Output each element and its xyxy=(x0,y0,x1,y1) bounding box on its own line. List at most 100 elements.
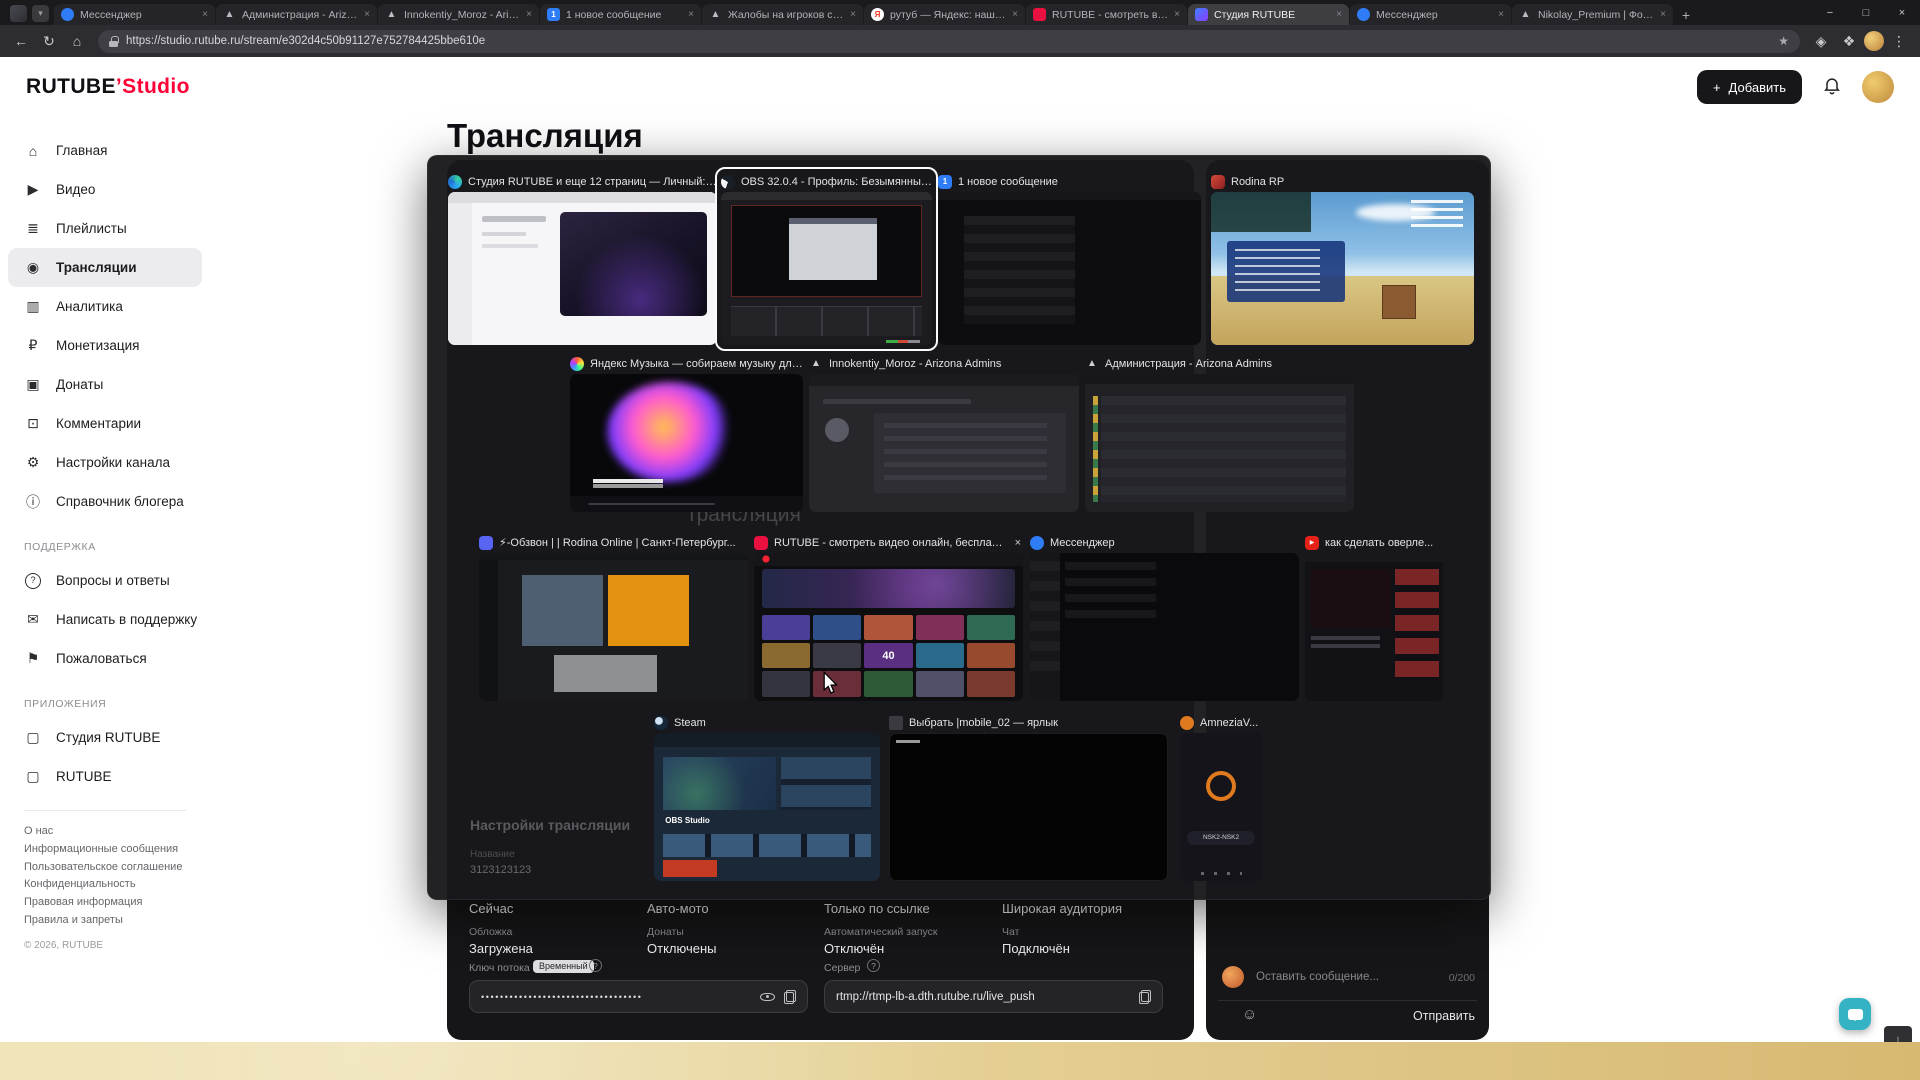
url-text[interactable]: https://studio.rutube.ru/stream/e302d4c5… xyxy=(126,35,1770,47)
sidebar-item-app-rutube[interactable]: ▢RUTUBE xyxy=(8,757,202,796)
home-icon[interactable]: ⌂ xyxy=(64,28,90,54)
window-close-icon[interactable]: × xyxy=(1013,537,1023,549)
start-time-value: Сейчас xyxy=(469,901,513,916)
sidebar-item-blogger-guide[interactable]: ⓘСправочник блогера xyxy=(8,482,202,521)
minimize-button[interactable]: − xyxy=(1812,0,1848,25)
footer-link[interactable]: Информационные сообщения xyxy=(24,841,186,859)
user-avatar[interactable] xyxy=(1862,71,1894,103)
back-icon[interactable]: ← xyxy=(8,28,34,54)
sidebar-item-comments[interactable]: ⊡Комментарии xyxy=(8,404,202,443)
tab-close-icon[interactable]: × xyxy=(850,9,856,20)
alttab-window-forum-admins[interactable]: ▲ Администрация - Arizona Admins xyxy=(1085,355,1354,512)
sidebar-item-report[interactable]: ⚑Пожаловаться xyxy=(8,639,202,678)
rutube-studio-logo[interactable]: RUTUBE’Studio xyxy=(26,75,190,99)
copy-server-icon[interactable] xyxy=(1139,990,1151,1004)
notifications-bell-icon[interactable] xyxy=(1822,75,1842,100)
restore-button[interactable]: □ xyxy=(1848,0,1884,25)
tab-close-icon[interactable]: × xyxy=(1498,9,1504,20)
alttab-window-messenger[interactable]: Мессенджер xyxy=(1030,534,1299,701)
tab-close-icon[interactable]: × xyxy=(526,9,532,20)
decor xyxy=(608,575,689,646)
bookmark-star-icon[interactable]: ★ xyxy=(1778,34,1789,48)
arizona-favicon: ▲ xyxy=(385,8,398,21)
help-icon[interactable]: ? xyxy=(589,959,602,972)
shield-icon[interactable]: ◈ xyxy=(1808,28,1834,54)
alttab-window-new-message[interactable]: 1 1 новое сообщение xyxy=(938,173,1201,345)
browser-menu-icon[interactable]: ⋮ xyxy=(1886,28,1912,54)
browser-tab[interactable]: ▲ Администрация - Arizona A... × xyxy=(216,4,377,25)
window-title-bar: ⚡-Обзвон | | Rodina Online | Санкт-Петер… xyxy=(479,534,748,551)
tab-close-icon[interactable]: × xyxy=(1660,9,1666,20)
decor xyxy=(482,216,546,222)
alttab-window-youtube[interactable]: ▶ как сделать оверле... xyxy=(1305,534,1443,701)
video-thumb xyxy=(967,643,1015,668)
emoji-icon[interactable]: ☺ xyxy=(1242,1006,1257,1023)
video-thumb xyxy=(762,643,810,668)
browser-profile-avatar[interactable] xyxy=(1864,31,1884,51)
copy-key-icon[interactable] xyxy=(784,990,796,1004)
sidebar-item-donations[interactable]: ▣Донаты xyxy=(8,365,202,404)
tab-close-icon[interactable]: × xyxy=(364,9,370,20)
alttab-window-obs-selected[interactable]: OBS 32.0.4 - Профиль: Безымянный ... xyxy=(721,173,932,345)
plus-icon: + xyxy=(1713,80,1721,95)
browser-tab[interactable]: Мессенджер × xyxy=(54,4,215,25)
tab-menu-icon[interactable]: ▾ xyxy=(32,5,49,22)
close-button[interactable]: × xyxy=(1884,0,1920,25)
footer-link[interactable]: Пользовательское соглашение xyxy=(24,859,186,877)
add-button[interactable]: + Добавить xyxy=(1697,70,1802,104)
alttab-window-console[interactable]: Выбрать |mobile_02 — ярлык xyxy=(889,714,1168,881)
stream-key-input[interactable]: •••••••••••••••••••••••••••••••••• xyxy=(469,980,808,1013)
sidebar-item-app-studio[interactable]: ▢Студия RUTUBE xyxy=(8,718,202,757)
sidebar-item-analytics[interactable]: ▥Аналитика xyxy=(8,287,202,326)
browser-tab[interactable]: 1 1 новое сообщение × xyxy=(540,4,701,25)
sidebar-item-write-support[interactable]: ✉Написать в поддержку xyxy=(8,600,202,639)
alttab-window-rodina-rp[interactable]: Rodina RP xyxy=(1211,173,1474,345)
browser-tab-active[interactable]: Студия RUTUBE × xyxy=(1188,4,1349,25)
tab-close-icon[interactable]: × xyxy=(1174,9,1180,20)
extensions-icon[interactable]: ❖ xyxy=(1836,28,1862,54)
sidebar-item-streams[interactable]: ◉Трансляции xyxy=(8,248,202,287)
footer-link[interactable]: Правила и запреты xyxy=(24,912,186,930)
chat-send-button[interactable]: Отправить xyxy=(1413,1009,1475,1023)
footer-link[interactable]: О нас xyxy=(24,823,186,841)
sidebar-item-channel-settings[interactable]: ⚙Настройки канала xyxy=(8,443,202,482)
alttab-window-rutube-site[interactable]: RUTUBE - смотреть видео онлайн, бесплатн… xyxy=(754,534,1023,701)
browser-tab[interactable]: RUTUBE - смотреть видео о... × xyxy=(1026,4,1187,25)
download-icon[interactable]: ↓ xyxy=(1884,1026,1912,1042)
sidebar-item-faq[interactable]: ?Вопросы и ответы xyxy=(8,561,202,600)
tab-close-icon[interactable]: × xyxy=(1012,9,1018,20)
support-chat-widget[interactable] xyxy=(1839,998,1871,1030)
sidebar-item-playlists[interactable]: ≣Плейлисты xyxy=(8,209,202,248)
alttab-window-yandex-music[interactable]: Яндекс Музыка — собираем музыку для вас xyxy=(570,355,803,512)
pinned-tab-icon[interactable] xyxy=(10,5,27,22)
browser-tab[interactable]: Я рутуб — Яндекс: нашлось 5... × xyxy=(864,4,1025,25)
alttab-window-discord[interactable]: ⚡-Обзвон | | Rodina Online | Санкт-Петер… xyxy=(479,534,748,701)
alttab-window-forum-profile[interactable]: ▲ Innokentiy_Moroz - Arizona Admins xyxy=(809,355,1079,512)
server-input[interactable]: rtmp://rtmp-lb-a.dth.rutube.ru/live_push xyxy=(824,980,1163,1013)
browser-tab[interactable]: Мессенджер × xyxy=(1350,4,1511,25)
alttab-window-steam[interactable]: Steam OBS Studio xyxy=(654,714,880,881)
sidebar-item-home[interactable]: ⌂Главная xyxy=(8,131,202,170)
new-tab-button[interactable]: + xyxy=(1674,4,1698,25)
sidebar-item-videos[interactable]: ▶Видео xyxy=(8,170,202,209)
tab-close-icon[interactable]: × xyxy=(202,9,208,20)
help-icon[interactable]: ? xyxy=(867,959,880,972)
browser-tab[interactable]: ▲ Innokentiy_Moroz - Arizona × xyxy=(378,4,539,25)
show-key-icon[interactable] xyxy=(760,990,775,1004)
steam-app-title: OBS Studio xyxy=(665,816,709,825)
footer-link[interactable]: Правовая информация xyxy=(24,894,186,912)
decor xyxy=(593,479,663,488)
dimmed-name-label: Название xyxy=(470,849,515,860)
footer-link[interactable]: Конфиденциальность xyxy=(24,876,186,894)
browser-tab[interactable]: ▲ Nikolay_Premium | Форум -... × xyxy=(1512,4,1673,25)
alttab-window-amnezia[interactable]: AmneziaV... NSK2-NSK2 xyxy=(1180,714,1262,881)
tab-close-icon[interactable]: × xyxy=(688,9,694,20)
alttab-window-edge-studio[interactable]: Студия RUTUBE и еще 12 страниц — Личный:… xyxy=(448,173,717,345)
browser-tab[interactable]: ▲ Жалобы на игроков состав... × xyxy=(702,4,863,25)
chat-message-input[interactable]: Оставить сообщение... xyxy=(1256,971,1379,983)
tab-close-icon[interactable]: × xyxy=(1336,9,1342,20)
reload-icon[interactable]: ↻ xyxy=(36,28,62,54)
window-preview xyxy=(479,553,748,701)
sidebar-item-monetization[interactable]: ₽Монетизация xyxy=(8,326,202,365)
address-bar[interactable]: https://studio.rutube.ru/stream/e302d4c5… xyxy=(98,30,1800,53)
